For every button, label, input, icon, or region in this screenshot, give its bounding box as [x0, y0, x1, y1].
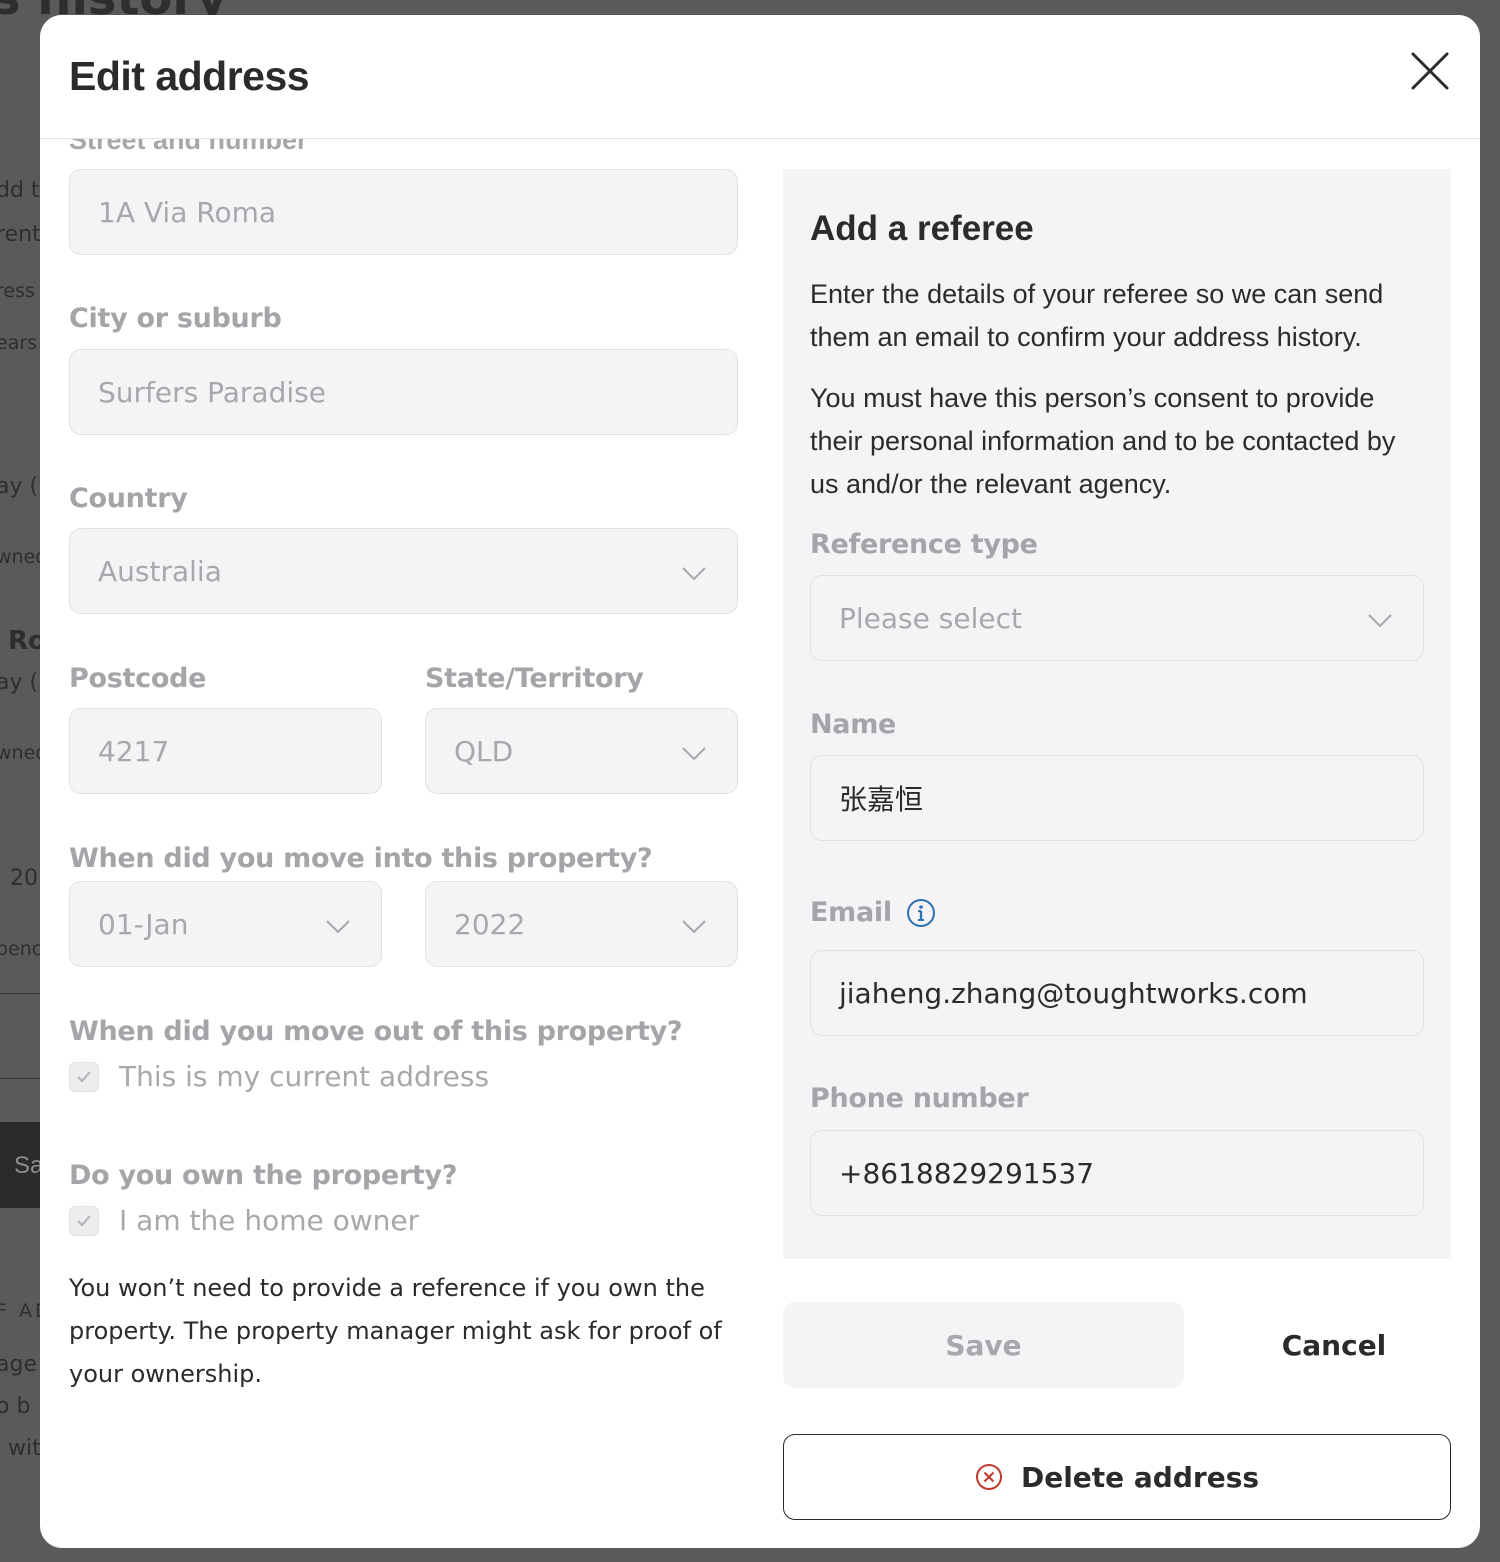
modal-title: Edit address: [69, 53, 310, 99]
edit-address-modal: Edit address Street and number 1A Via Ro…: [40, 15, 1480, 1548]
background-text: penc: [0, 938, 43, 960]
delete-address-button[interactable]: Delete address: [783, 1434, 1451, 1520]
referee-description: Enter the details of your referee so we …: [810, 279, 1384, 352]
background-text: ay (: [0, 474, 39, 499]
move-in-year-select[interactable]: 2022: [425, 881, 738, 967]
postcode-label: Postcode: [69, 663, 207, 694]
cancel-button[interactable]: Cancel: [1214, 1302, 1454, 1388]
move-in-day-select[interactable]: 01-Jan: [69, 881, 382, 967]
close-icon: [1411, 52, 1449, 90]
info-icon[interactable]: [906, 898, 936, 928]
chevron-down-icon: [1368, 614, 1392, 628]
close-button[interactable]: [1404, 45, 1456, 97]
reference-type-label: Reference type: [810, 529, 1038, 560]
chevron-down-icon: [682, 920, 706, 934]
save-button[interactable]: Save: [783, 1302, 1184, 1388]
name-label: Name: [810, 709, 897, 740]
reference-type-placeholder: Please select: [839, 601, 1022, 635]
state-select[interactable]: QLD: [425, 708, 738, 794]
chevron-down-icon: [682, 567, 706, 581]
delete-address-label: Delete address: [1020, 1460, 1260, 1494]
chevron-down-icon: [682, 747, 706, 761]
home-owner-label: I am the home owner: [119, 1204, 420, 1237]
referee-title: Add a referee: [810, 209, 1034, 248]
current-address-checkbox-row[interactable]: This is my current address: [69, 1060, 489, 1093]
background-text: 20: [10, 866, 38, 891]
move-out-label: When did you move out of this property?: [69, 1016, 683, 1047]
background-text: o b: [0, 1394, 31, 1419]
chevron-down-icon: [326, 920, 350, 934]
reference-type-select[interactable]: Please select: [810, 575, 1424, 661]
modal-header: Edit address: [40, 15, 1480, 139]
state-value: QLD: [454, 734, 514, 768]
phone-label: Phone number: [810, 1083, 1029, 1114]
background-text: dd t: [0, 178, 40, 203]
postcode-input[interactable]: 4217: [69, 708, 382, 794]
background-text: age: [0, 1352, 37, 1377]
background-text: ress: [0, 280, 35, 302]
background-text: wit: [8, 1436, 41, 1461]
remove-circle-icon: [975, 1464, 1002, 1490]
referee-panel: Add a referee Enter the details of your …: [783, 169, 1451, 1259]
move-in-year-value: 2022: [454, 907, 526, 941]
background-save-button: Sa: [0, 1122, 43, 1208]
country-value: Australia: [98, 554, 222, 588]
own-property-label: Do you own the property?: [69, 1160, 458, 1191]
country-select[interactable]: Australia: [69, 528, 738, 614]
referee-consent-text: You must have this person’s consent to p…: [810, 383, 1396, 499]
city-input[interactable]: Surfers Paradise: [69, 349, 738, 435]
country-label: Country: [69, 483, 188, 514]
phone-input[interactable]: +8618829291537: [810, 1130, 1424, 1216]
current-address-checkbox[interactable]: [69, 1061, 99, 1092]
home-owner-checkbox-row[interactable]: I am the home owner: [69, 1204, 419, 1237]
background-text: ears: [0, 332, 38, 354]
city-label: City or suburb: [69, 303, 282, 334]
email-input[interactable]: jiaheng.zhang@toughtworks.com: [810, 950, 1424, 1036]
move-in-day-value: 01-Jan: [98, 907, 189, 941]
background-divider: [0, 1078, 40, 1079]
home-owner-checkbox[interactable]: [69, 1205, 99, 1236]
email-label: Email: [810, 897, 892, 928]
email-label-row: Email: [810, 897, 936, 928]
street-input[interactable]: 1A Via Roma: [69, 169, 738, 255]
state-label: State/Territory: [425, 663, 644, 694]
name-input[interactable]: 张嘉恒: [810, 755, 1424, 841]
ownership-note: You won’t need to provide a reference if…: [69, 1274, 722, 1388]
background-text: ay (: [0, 670, 39, 695]
background-divider: [0, 993, 40, 994]
checkmark-icon: [77, 1070, 91, 1083]
checkmark-icon: [77, 1214, 91, 1227]
move-in-label: When did you move into this property?: [69, 843, 653, 874]
background-text: rent: [0, 222, 41, 247]
current-address-label: This is my current address: [119, 1060, 490, 1093]
